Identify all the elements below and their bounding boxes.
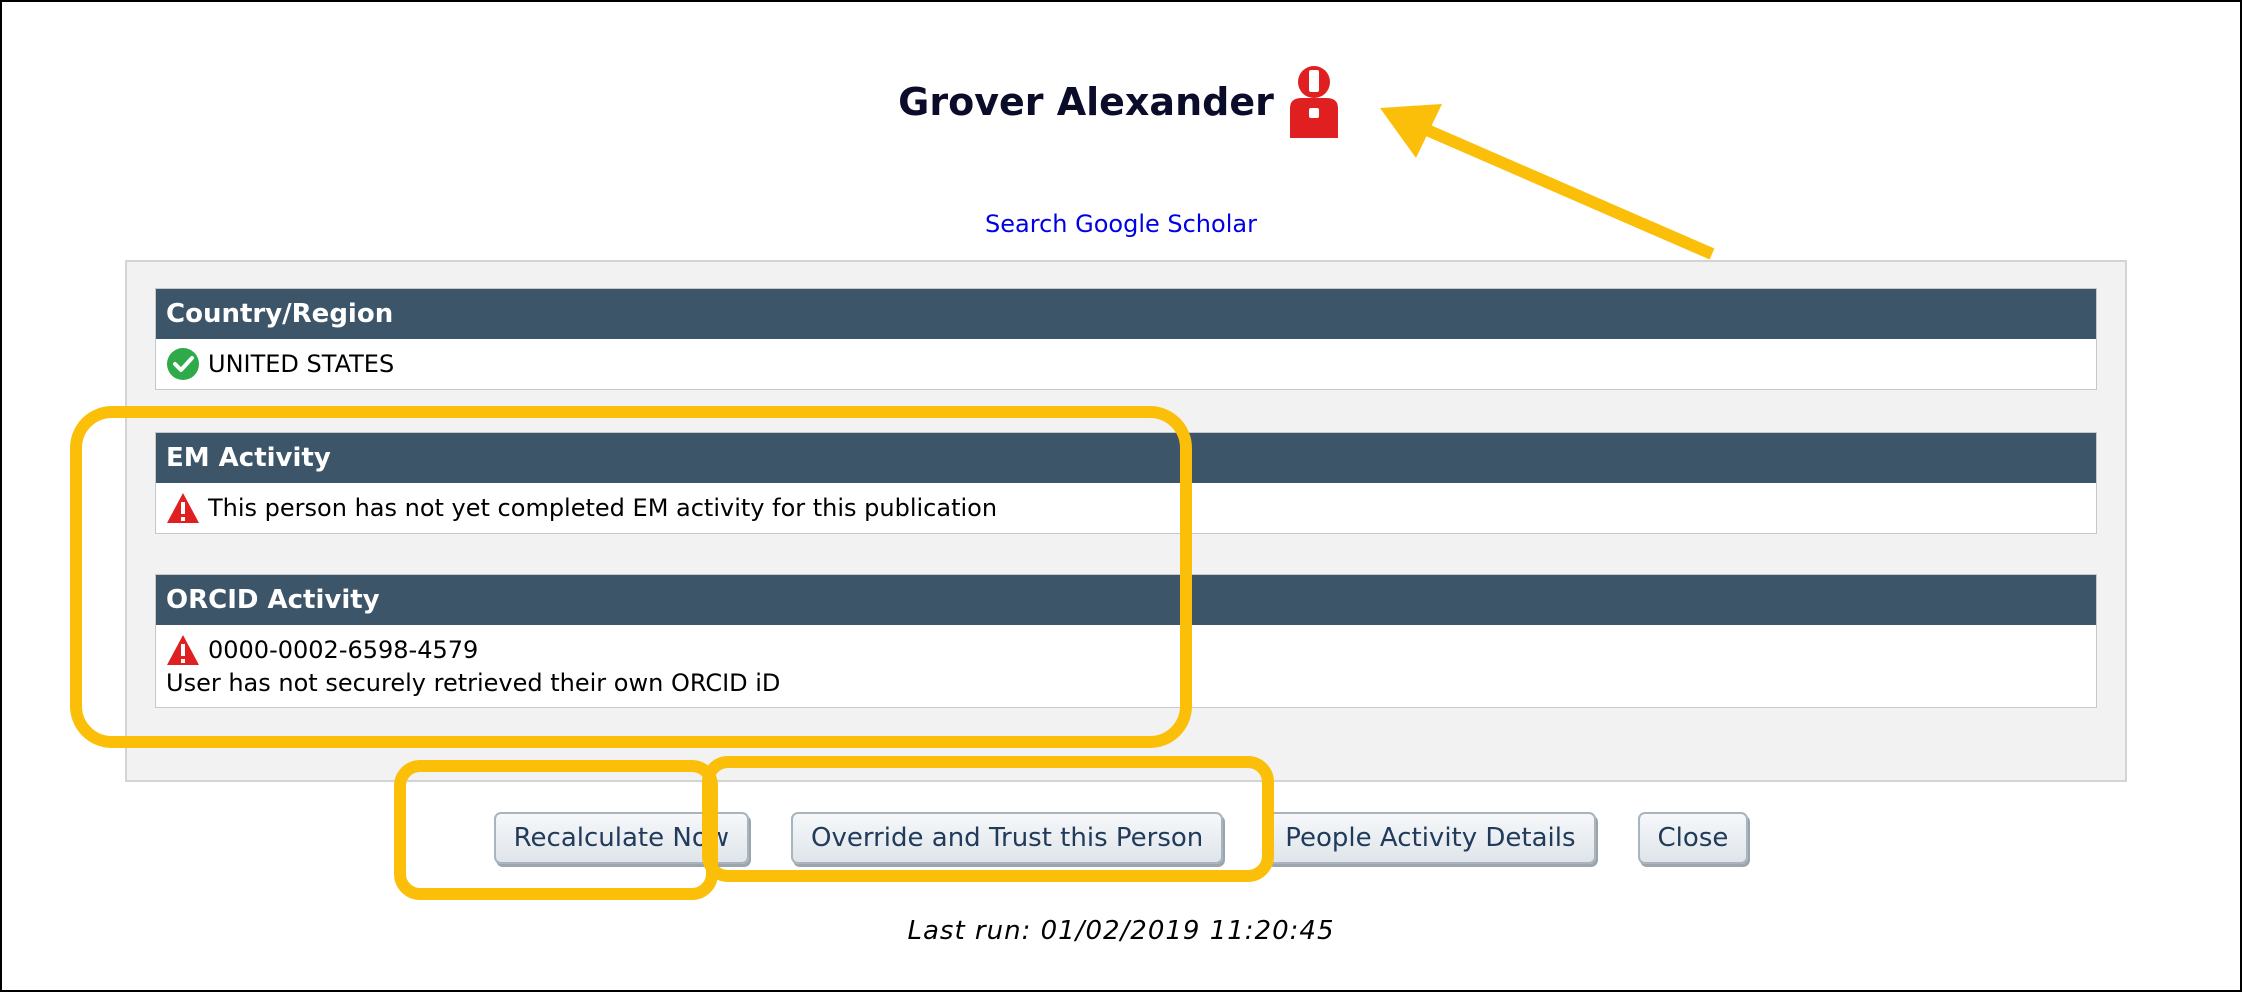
section-em-activity: EM Activity This person has not yet comp… — [155, 432, 2097, 534]
green-check-icon — [167, 348, 199, 380]
recalculate-now-button[interactable]: Recalculate Now — [493, 812, 749, 864]
section-header: EM Activity — [156, 433, 2096, 483]
red-warning-icon — [167, 635, 199, 665]
title-row: Grover Alexander — [2, 64, 2240, 140]
people-activity-details-button[interactable]: People Activity Details — [1265, 812, 1596, 864]
section-body: This person has not yet completed EM act… — [156, 483, 2096, 533]
country-value: UNITED STATES — [208, 350, 395, 378]
section-country-region: Country/Region UNITED STATES — [155, 288, 2097, 390]
section-header: Country/Region — [156, 289, 2096, 339]
section-orcid-activity: ORCID Activity 0000-0002-6598-4579 User … — [155, 574, 2097, 708]
person-alert-icon — [1289, 66, 1338, 138]
orcid-message: User has not securely retrieved their ow… — [166, 669, 781, 697]
section-body: UNITED STATES — [156, 339, 2096, 389]
section-header: ORCID Activity — [156, 575, 2096, 625]
section-body: 0000-0002-6598-4579 User has not securel… — [156, 625, 2096, 707]
override-trust-button[interactable]: Override and Trust this Person — [791, 812, 1224, 864]
search-google-scholar-link[interactable]: Search Google Scholar — [2, 210, 2240, 238]
action-buttons: Recalculate Now Override and Trust this … — [2, 812, 2240, 864]
popup-window: Grover Alexander Search Google Scholar C… — [0, 0, 2242, 992]
em-activity-message: This person has not yet completed EM act… — [208, 494, 998, 522]
red-warning-icon — [167, 493, 199, 523]
orcid-id: 0000-0002-6598-4579 — [208, 636, 479, 664]
last-run-timestamp: Last run: 01/02/2019 11:20:45 — [907, 916, 1335, 946]
person-name: Grover Alexander — [898, 80, 1274, 124]
activity-panel: Country/Region UNITED STATES EM Activity — [125, 260, 2127, 782]
close-button[interactable]: Close — [1637, 812, 1749, 864]
